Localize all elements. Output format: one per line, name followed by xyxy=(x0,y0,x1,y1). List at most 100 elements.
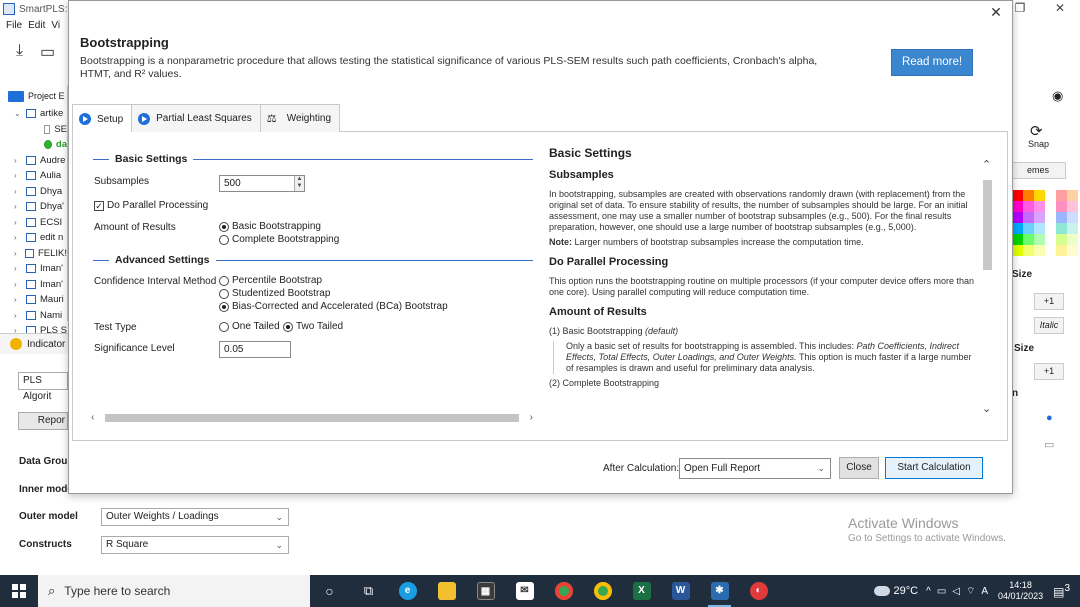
chevron-right-icon[interactable]: › xyxy=(14,187,22,196)
tree-item[interactable]: SE xyxy=(0,122,67,138)
smartpls-taskbar-icon[interactable]: ✱ xyxy=(700,575,739,607)
chevron-up-icon[interactable]: ^ xyxy=(926,586,931,597)
chrome-profile-icon[interactable] xyxy=(583,575,622,607)
layout-icon[interactable]: ● xyxy=(1046,412,1053,424)
subsamples-stepper[interactable]: 500 ▲ ▼ xyxy=(219,175,305,192)
themes-button[interactable]: emes xyxy=(1010,162,1066,179)
word-icon[interactable]: W xyxy=(661,575,700,607)
tree-item[interactable]: › Aulia xyxy=(0,168,67,184)
chevron-right-icon[interactable]: › xyxy=(14,311,22,320)
close-window-icon[interactable]: ✕ xyxy=(1040,0,1080,18)
chevron-right-icon[interactable]: › xyxy=(14,249,21,258)
two-tailed-radio[interactable]: Two Tailed xyxy=(283,321,343,332)
tree-item[interactable]: › Audre xyxy=(0,153,67,169)
background-menubar: File Edit Vi xyxy=(0,18,60,34)
taskbar-search-input[interactable]: ⌕ Type here to search xyxy=(38,575,310,607)
store-icon[interactable]: ▦ xyxy=(466,575,505,607)
horizontal-scrollbar[interactable]: ‹ › xyxy=(91,411,535,425)
tree-item[interactable]: › Iman' xyxy=(0,277,67,293)
snap-icon[interactable]: ⟳ xyxy=(1030,122,1043,140)
tab-partial-least-squares[interactable]: Partial Least Squares xyxy=(131,104,261,132)
close-button[interactable]: Close xyxy=(839,457,879,479)
pls-algorithm-field[interactable]: PLS Algorit xyxy=(18,372,68,402)
chevron-right-icon[interactable]: › xyxy=(14,264,22,273)
studentized-bootstrap-radio[interactable]: Studentized Bootstrap xyxy=(219,288,330,299)
outer-model-select[interactable]: Outer Weights / Loadings ⌄ xyxy=(101,508,289,526)
help-subsamples-heading: Subsamples xyxy=(549,169,614,181)
close-icon[interactable]: ✕ xyxy=(987,3,1005,21)
chevron-right-icon[interactable]: › xyxy=(14,280,22,289)
italic-button[interactable]: Italic xyxy=(1034,317,1064,334)
align-icon[interactable]: ▭ xyxy=(1044,438,1054,451)
chevron-down-icon[interactable]: ⌄ xyxy=(14,109,22,118)
file-explorer-icon[interactable] xyxy=(427,575,466,607)
mail-icon[interactable]: ✉ xyxy=(505,575,544,607)
dialog-footer: After Calculation: Open Full Report ⌄ Cl… xyxy=(69,447,1012,493)
speaker-icon[interactable]: ◁ xyxy=(952,586,960,597)
increase-size-button[interactable]: +1 xyxy=(1034,293,1064,310)
increase-size-button[interactable]: +1 xyxy=(1034,363,1064,380)
wifi-icon[interactable]: ⌔ xyxy=(966,585,975,598)
edge-icon[interactable]: e xyxy=(388,575,427,607)
cortana-icon[interactable]: ○ xyxy=(310,575,349,607)
chevron-right-icon[interactable]: › xyxy=(14,156,22,165)
tree-item[interactable]: › Iman' xyxy=(0,261,67,277)
tree-item[interactable]: › Nami xyxy=(0,308,67,324)
after-calculation-select[interactable]: Open Full Report ⌄ xyxy=(679,458,831,479)
task-view-icon[interactable]: ⧉ xyxy=(349,575,388,607)
tree-item[interactable]: › FELIK! xyxy=(0,246,67,262)
menu-view[interactable]: Vi xyxy=(51,18,60,34)
start-calculation-button[interactable]: Start Calculation xyxy=(885,457,983,479)
scrollbar-thumb[interactable] xyxy=(105,414,519,422)
tree-item[interactable]: › Dhya' xyxy=(0,199,67,215)
checkmark-icon[interactable]: ✓ xyxy=(94,200,104,211)
chevron-right-icon[interactable]: › xyxy=(14,218,22,227)
tree-item[interactable]: › Mauri xyxy=(0,292,67,308)
chevron-right-icon[interactable]: › xyxy=(14,202,22,211)
scroll-left-icon[interactable]: ‹ xyxy=(91,411,94,425)
tab-weighting[interactable]: ⚖ Weighting xyxy=(259,104,341,132)
vertical-scrollbar[interactable]: ⌃ ⌄ xyxy=(981,158,995,420)
menu-file[interactable]: File xyxy=(6,18,22,34)
palette-icon[interactable]: ◉ xyxy=(1052,88,1063,104)
percentile-bootstrap-radio[interactable]: Percentile Bootstrap xyxy=(219,275,322,286)
bca-bootstrap-radio[interactable]: Bias-Corrected and Accelerated (BCa) Boo… xyxy=(219,301,448,312)
constructs-select[interactable]: R Square ⌄ xyxy=(101,536,289,554)
tree-item[interactable]: › ECSI xyxy=(0,215,67,231)
scrollbar-thumb[interactable] xyxy=(983,180,992,270)
tree-item[interactable]: da xyxy=(0,137,67,153)
scroll-right-icon[interactable]: › xyxy=(530,411,533,425)
language-icon[interactable]: A xyxy=(981,586,988,597)
read-more-button[interactable]: Read more! xyxy=(891,49,973,76)
complete-bootstrapping-radio[interactable]: Complete Bootstrapping xyxy=(219,234,339,245)
chevron-right-icon[interactable]: › xyxy=(14,233,22,242)
chevron-right-icon[interactable]: › xyxy=(14,171,22,180)
significance-level-input[interactable]: 0.05 xyxy=(219,341,291,358)
tree-item[interactable]: › edit n xyxy=(0,230,67,246)
stepper-arrows-icon[interactable]: ▲ ▼ xyxy=(294,176,304,191)
paint-icon[interactable]: ◐ xyxy=(739,575,778,607)
tree-item[interactable]: ⌄ artike xyxy=(0,106,67,122)
dataset-icon xyxy=(44,140,52,150)
scroll-up-icon[interactable]: ⌃ xyxy=(982,158,991,171)
one-tailed-radio[interactable]: One Tailed xyxy=(219,321,280,332)
tab-setup[interactable]: Setup xyxy=(72,104,133,133)
new-project-icon[interactable]: ▭ xyxy=(40,42,55,62)
chrome-icon[interactable] xyxy=(544,575,583,607)
windows-start-button[interactable] xyxy=(0,575,38,607)
menu-edit[interactable]: Edit xyxy=(28,18,45,34)
taskbar-clock[interactable]: 14:18 04/01/2023 xyxy=(998,580,1043,602)
battery-icon[interactable]: ▭ xyxy=(937,586,946,597)
scroll-down-icon[interactable]: ⌄ xyxy=(982,402,991,415)
download-icon[interactable]: ⤓ xyxy=(16,42,23,60)
weather-widget[interactable]: 29°C xyxy=(873,585,918,597)
chevron-right-icon[interactable]: › xyxy=(14,295,22,304)
tree-item[interactable]: › Dhya xyxy=(0,184,67,200)
notification-icon[interactable]: ▤3 xyxy=(1053,583,1070,599)
color-swatches[interactable] xyxy=(1012,190,1078,256)
report-button[interactable]: Repor xyxy=(18,412,68,430)
parallel-processing-checkbox[interactable]: ✓ Do Parallel Processing xyxy=(94,200,208,211)
excel-icon[interactable]: X xyxy=(622,575,661,607)
windows-taskbar: ⌕ Type here to search ○ ⧉ e ▦ ✉ X W ✱ ◐ … xyxy=(0,575,1080,607)
basic-bootstrapping-radio[interactable]: Basic Bootstrapping xyxy=(219,221,321,232)
